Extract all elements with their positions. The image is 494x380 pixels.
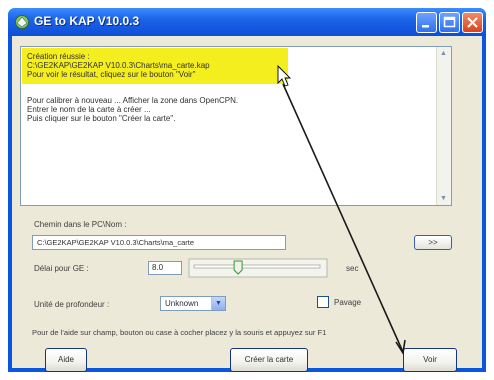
app-icon	[15, 15, 29, 29]
delay-slider[interactable]	[188, 258, 328, 278]
scroll-down-icon[interactable]: ▼	[437, 192, 450, 205]
close-icon	[467, 17, 478, 28]
app-window: GE to KAP V10.0.3 Création réussie : C:\…	[8, 8, 486, 372]
depth-unit-select[interactable]: Unknown ▼	[160, 296, 226, 311]
close-button[interactable]	[462, 12, 483, 33]
create-chart-button[interactable]: Créer la carte	[230, 348, 308, 372]
view-button[interactable]: Voir	[403, 348, 457, 372]
help-hint: Pour de l'aide sur champ, bouton ou case…	[32, 328, 327, 337]
chevron-down-icon[interactable]: ▼	[211, 297, 225, 310]
scroll-up-icon[interactable]: ▲	[437, 47, 450, 60]
memo-line: Pour voir le résultat, cliquez sur le bo…	[27, 70, 196, 79]
browse-button[interactable]: >>	[414, 235, 452, 250]
delay-input[interactable]: 8.0	[148, 261, 182, 275]
delay-label: Délai pour GE :	[34, 264, 89, 273]
depth-label: Unité de profondeur :	[34, 300, 110, 309]
memo-scrollbar[interactable]: ▲ ▼	[436, 47, 451, 205]
maximize-button[interactable]	[439, 12, 460, 33]
client-area: Création réussie : C:\GE2KAP\GE2KAP V10.…	[12, 36, 482, 372]
delay-unit: sec	[346, 264, 359, 273]
memo-line: Puis cliquer sur le bouton "Créer la car…	[27, 114, 176, 123]
pavage-checkbox[interactable]	[317, 296, 329, 308]
minimize-button[interactable]	[416, 12, 437, 33]
maximize-icon	[443, 16, 456, 28]
help-button[interactable]: Aide	[45, 348, 87, 372]
pavage-label: Pavage	[334, 298, 362, 307]
status-memo[interactable]: Création réussie : C:\GE2KAP\GE2KAP V10.…	[20, 46, 452, 206]
title-bar[interactable]: GE to KAP V10.0.3	[8, 8, 486, 36]
minimize-icon	[422, 25, 429, 28]
depth-selected-value: Unknown	[165, 299, 199, 308]
window-title: GE to KAP V10.0.3	[34, 14, 140, 28]
path-input[interactable]: C:\GE2KAP\GE2KAP V10.0.3\Charts\ma_carte	[32, 235, 286, 250]
path-label: Chemin dans le PC\Nom :	[34, 220, 127, 229]
